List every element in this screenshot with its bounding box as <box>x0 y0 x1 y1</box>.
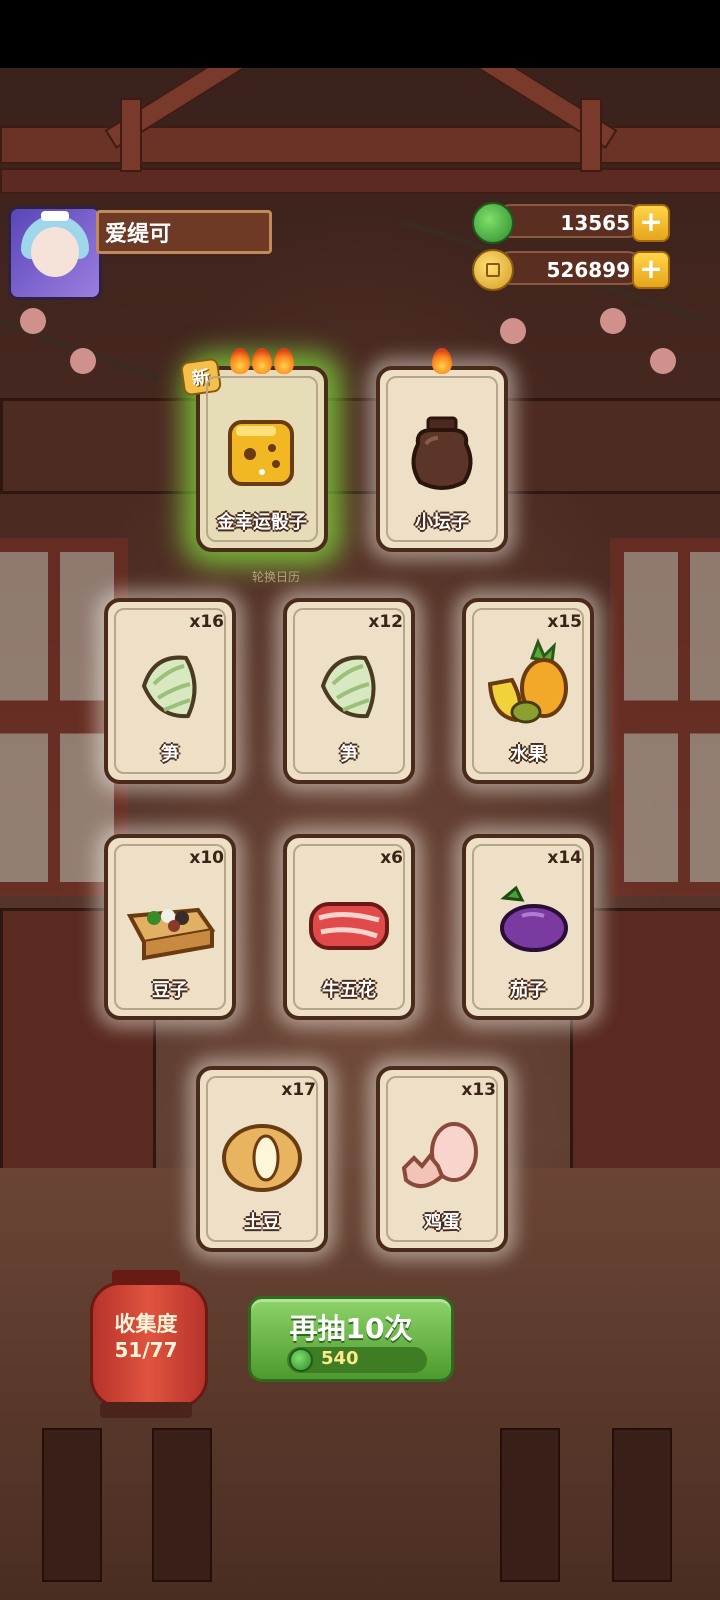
card-count: x13 <box>461 1080 496 1100</box>
golden-lucky-dice-icon <box>228 420 294 486</box>
card-count: x15 <box>547 612 582 632</box>
card-label: 小坛子 <box>415 512 469 533</box>
rarity-flames <box>380 348 504 374</box>
blossom <box>600 308 626 334</box>
roof-beam <box>0 168 720 194</box>
coin-amount: 526899 <box>494 251 644 285</box>
collection-lantern[interactable]: 收集度 51/77 <box>90 1262 208 1422</box>
card-label: 笋 <box>161 744 179 765</box>
blossom <box>70 348 96 374</box>
draw-again-button[interactable]: 再抽10次 540 <box>248 1296 454 1382</box>
add-coin-button[interactable]: + <box>632 251 670 289</box>
flame-icon <box>230 348 250 374</box>
roof-truss <box>580 98 602 172</box>
card-label: 鸡蛋 <box>424 1212 460 1233</box>
blossom <box>500 318 526 344</box>
card-count: x17 <box>281 1080 316 1100</box>
flame-icon <box>274 348 294 374</box>
fruit-icon <box>487 637 568 724</box>
card-count: x12 <box>368 612 403 632</box>
fence-post <box>500 1428 560 1582</box>
potato-icon <box>222 1124 302 1192</box>
card-count: x16 <box>189 612 224 632</box>
card-count: x6 <box>380 848 403 868</box>
blossom <box>20 308 46 334</box>
reward-card[interactable]: 小坛子 <box>376 348 508 552</box>
jade-token-icon <box>289 1348 313 1372</box>
small-clay-jar-icon <box>411 416 473 490</box>
flame-icon <box>432 348 452 374</box>
card-count: x14 <box>547 848 582 868</box>
lantern-base <box>100 1402 192 1418</box>
card-label: 茄子 <box>510 980 546 1001</box>
lattice-window <box>610 538 720 896</box>
reward-card[interactable]: x14 茄子 <box>462 834 594 1020</box>
draw-again-label: 再抽10次 <box>289 1312 413 1345</box>
beans-icon <box>126 907 216 961</box>
card-label: 土豆 <box>244 1212 280 1233</box>
card-label: 笋 <box>340 744 358 765</box>
card-label: 牛五花 <box>322 980 376 1001</box>
reward-card[interactable]: x17 土豆 <box>196 1066 328 1252</box>
card-label: 水果 <box>510 744 546 765</box>
coin-currency: 526899 + <box>472 249 670 291</box>
card-label: 豆子 <box>152 980 188 1001</box>
jade-currency: 13565 + <box>472 202 670 244</box>
reward-card[interactable]: x12 笋 <box>283 598 415 784</box>
flame-icon <box>252 348 272 374</box>
wall-panel <box>0 398 720 494</box>
draw-cost: 540 <box>321 1348 359 1369</box>
jade-amount: 13565 <box>494 204 644 238</box>
reward-card[interactable]: x13 鸡蛋 <box>376 1066 508 1252</box>
reward-card[interactable]: x10 豆子 <box>104 834 236 1020</box>
fence-post <box>42 1428 102 1582</box>
card-count: x10 <box>189 848 224 868</box>
bamboo-shoot-icon <box>141 655 197 719</box>
gold-coin-icon <box>472 249 514 291</box>
fence-post <box>152 1428 212 1582</box>
reward-card[interactable]: 新 金幸运骰子 <box>179 348 328 552</box>
egg-icon <box>401 1122 478 1188</box>
eggplant-icon <box>500 885 568 952</box>
avatar-face <box>31 227 79 277</box>
beef-belly-icon <box>309 902 389 950</box>
fence-post <box>612 1428 672 1582</box>
bamboo-shoot-icon <box>320 655 376 719</box>
avatar[interactable] <box>8 206 102 300</box>
jade-token-icon <box>472 202 514 244</box>
roof-truss <box>120 98 142 172</box>
card-label: 金幸运骰子 <box>217 512 307 533</box>
reward-card[interactable]: x16 笋 <box>104 598 236 784</box>
reward-card[interactable]: x15 水果 <box>462 598 594 784</box>
reward-card[interactable]: x6 牛五花 <box>283 834 415 1020</box>
player-name: 爱缇可 <box>96 210 272 254</box>
blossom <box>650 348 676 374</box>
background-caption: 轮换日历 <box>252 570 301 584</box>
avatar-bow <box>41 211 69 221</box>
collection-title: 收集度 <box>114 1312 178 1336</box>
collection-progress: 51/77 <box>114 1338 178 1362</box>
add-jade-button[interactable]: + <box>632 204 670 242</box>
